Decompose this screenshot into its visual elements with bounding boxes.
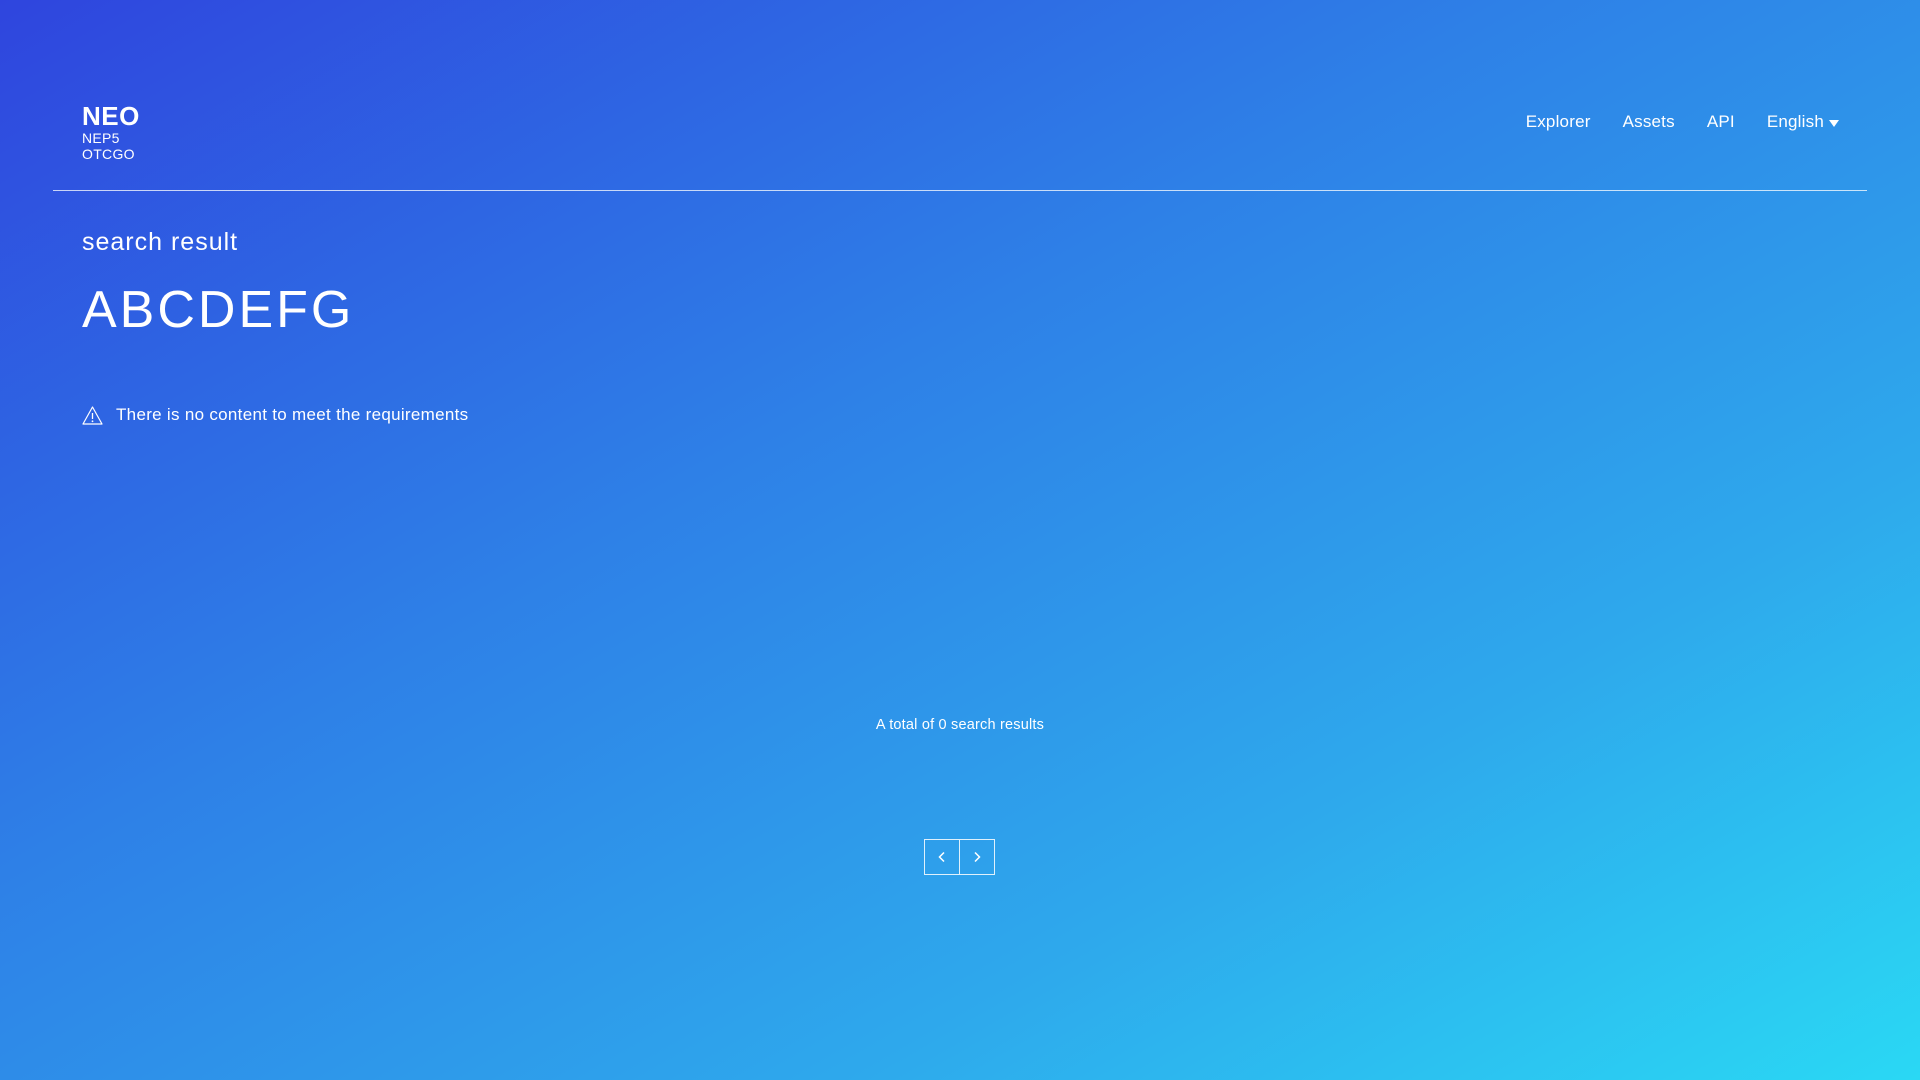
next-page-button[interactable] [960, 839, 995, 875]
empty-state-text: There is no content to meet the requirem… [116, 405, 469, 424]
logo-title: NEO [82, 101, 140, 131]
prev-page-button[interactable] [924, 839, 960, 875]
results-total: A total of 0 search results [875, 717, 1045, 733]
warning-icon [82, 405, 103, 425]
logo[interactable]: NEO NEP5 OTCGO [82, 102, 140, 162]
language-dropdown[interactable]: English [1767, 112, 1839, 132]
pagination [924, 839, 995, 875]
nav-explorer[interactable]: Explorer [1526, 112, 1591, 132]
empty-state-message: There is no content to meet the requirem… [82, 405, 468, 425]
nav-api[interactable]: API [1707, 112, 1735, 132]
section-label: search result [82, 228, 239, 256]
search-query: ABCDEFG [82, 281, 355, 339]
main-nav: Explorer Assets API English [1494, 112, 1839, 132]
logo-subtitle-otcgo: OTCGO [82, 146, 135, 162]
chevron-left-icon [938, 851, 945, 863]
language-label: English [1766, 112, 1824, 131]
header: NEO NEP5 OTCGO Explorer Assets API Engli… [53, 0, 1867, 191]
chevron-right-icon [974, 851, 981, 863]
caret-down-icon [1829, 119, 1839, 127]
logo-subtitle-nep5: NEP5 [82, 130, 120, 146]
nav-assets[interactable]: Assets [1623, 112, 1675, 132]
